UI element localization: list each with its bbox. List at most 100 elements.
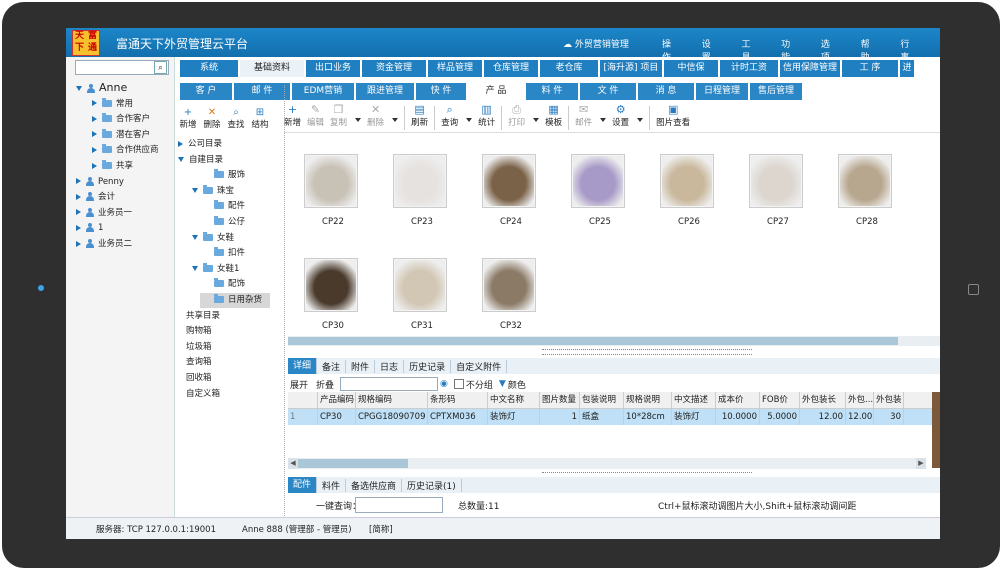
tab-module[interactable]: 仓库管理: [484, 60, 540, 77]
category-node[interactable]: 购物箱: [186, 324, 212, 339]
chevron-right-icon[interactable]: [76, 224, 81, 231]
expand-button[interactable]: 展开: [290, 378, 308, 391]
detail-tab[interactable]: 自定义附件: [451, 359, 508, 373]
product-card[interactable]: CP31: [393, 258, 451, 331]
tree-tool-button[interactable]: ⌕ 查找: [226, 107, 246, 130]
column-header[interactable]: 条形码: [428, 392, 488, 408]
dropdown-caret-icon[interactable]: [355, 118, 362, 122]
tab-module[interactable]: 老仓库: [540, 60, 600, 77]
column-header[interactable]: [288, 392, 318, 408]
chevron-down-icon[interactable]: [192, 234, 198, 240]
column-header[interactable]: 外包装: [874, 392, 904, 408]
tree-node[interactable]: 会计: [76, 190, 115, 204]
chevron-down-icon[interactable]: [192, 187, 198, 193]
chevron-right-icon[interactable]: [76, 209, 81, 216]
product-card[interactable]: CP23: [393, 154, 451, 227]
column-header[interactable]: 包装说明: [580, 392, 624, 408]
tree-node[interactable]: 常用: [92, 97, 133, 111]
tab-module[interactable]: 中信保: [664, 60, 720, 77]
category-node[interactable]: 服饰: [204, 168, 245, 183]
chevron-right-icon[interactable]: [76, 240, 81, 247]
cloud-marketing-link[interactable]: ☁ 外贸营销管理: [563, 37, 629, 50]
tab-sub[interactable]: 文 件: [580, 83, 638, 100]
search-icon[interactable]: ⌕: [154, 61, 167, 74]
product-card[interactable]: CP27: [749, 154, 807, 227]
tree-node[interactable]: 共享: [92, 159, 133, 173]
category-node[interactable]: 查询箱: [186, 355, 212, 370]
scrollbar-thumb[interactable]: [298, 459, 408, 468]
tab-module[interactable]: 出口业务: [306, 60, 362, 77]
detail-tab[interactable]: 详细: [288, 358, 318, 374]
category-node[interactable]: 公司目录: [178, 137, 222, 152]
tab-module[interactable]: 系统: [180, 60, 240, 77]
category-node[interactable]: 共享目录: [186, 309, 220, 324]
tab-module[interactable]: 工 序: [842, 60, 900, 77]
tab-module[interactable]: 信用保障管理: [780, 60, 842, 77]
chevron-right-icon[interactable]: [92, 146, 97, 153]
tab-sub[interactable]: 产 品: [468, 83, 526, 100]
product-thumbnail[interactable]: [393, 154, 447, 208]
column-header[interactable]: 规格说明: [624, 392, 672, 408]
category-node[interactable]: 公仔: [204, 215, 245, 230]
toolbar-print-button[interactable]: ⎙ 打印: [508, 104, 525, 129]
table-row[interactable]: 1 CP30 CPGG18090709 CPTXM036 装饰灯 1 纸盒 10*28cm 装饰…: [288, 409, 932, 425]
bottom-tab[interactable]: 配件: [288, 477, 318, 493]
dropdown-caret-icon[interactable]: [533, 118, 540, 122]
grid-scrollbar[interactable]: ◀ ▶: [288, 458, 926, 469]
category-node[interactable]: 自建目录: [178, 153, 223, 168]
category-node[interactable]: 自定义箱: [186, 387, 220, 402]
category-node[interactable]: 女鞋1: [192, 262, 239, 277]
column-header[interactable]: 外包...: [846, 392, 874, 408]
chevron-down-icon[interactable]: [192, 265, 198, 271]
dropdown-caret-icon[interactable]: [637, 118, 644, 122]
home-button[interactable]: [968, 284, 979, 295]
tab-module[interactable]: 资金管理: [362, 60, 428, 77]
category-node[interactable]: 配件: [204, 199, 245, 214]
tab-module[interactable]: 进: [900, 60, 916, 77]
gallery-scrollbar[interactable]: [288, 336, 940, 346]
tree-node[interactable]: 1: [76, 221, 103, 235]
tab-module[interactable]: 基础资料: [240, 60, 306, 77]
tree-node[interactable]: 合作供应商: [92, 143, 159, 157]
scroll-left-icon[interactable]: ◀: [288, 458, 298, 469]
bottom-tab[interactable]: 备选供应商: [346, 478, 403, 492]
product-card[interactable]: CP22: [304, 154, 362, 227]
tab-sub[interactable]: EDM营销: [292, 83, 356, 100]
product-thumbnail[interactable]: [482, 258, 536, 312]
product-card[interactable]: CP28: [838, 154, 896, 227]
chevron-down-icon[interactable]: [178, 156, 184, 162]
product-card[interactable]: CP25: [571, 154, 629, 227]
column-header[interactable]: FOB价: [760, 392, 800, 408]
tree-node[interactable]: Penny: [76, 175, 124, 189]
category-node[interactable]: 垃圾箱: [186, 340, 212, 355]
product-thumbnail[interactable]: [304, 154, 358, 208]
dropdown-caret-icon[interactable]: [392, 118, 399, 122]
scroll-right-icon[interactable]: ▶: [916, 458, 926, 469]
collapse-button[interactable]: 折叠: [316, 378, 334, 391]
toolbar-plus-button[interactable]: + 新增: [284, 104, 301, 129]
toolbar-image-button[interactable]: ▣ 图片查看: [656, 104, 690, 129]
toolbar-copy-button[interactable]: ❐ 复制: [330, 104, 347, 129]
product-thumbnail[interactable]: [482, 154, 536, 208]
dropdown-caret-icon[interactable]: [466, 118, 473, 122]
tree-tool-button[interactable]: ✕ 删除: [202, 107, 222, 130]
toolbar-search-button[interactable]: ⌕ 查询: [441, 104, 458, 129]
scrollbar-thumb[interactable]: [288, 337, 898, 345]
tab-sub[interactable]: 消 息: [638, 83, 696, 100]
category-node[interactable]: 配饰: [204, 277, 245, 292]
tree-node[interactable]: 业务员一: [76, 206, 132, 220]
category-node[interactable]: 扣件: [204, 246, 245, 261]
category-node[interactable]: 回收箱: [186, 371, 212, 386]
toolbar-x-button[interactable]: ✕ 删除: [367, 104, 384, 129]
tree-node[interactable]: 业务员二: [76, 237, 132, 251]
dropdown-caret-icon[interactable]: [600, 118, 607, 122]
toolbar-mail-button[interactable]: ✉ 邮件: [575, 104, 592, 129]
detail-tab[interactable]: 附件: [346, 359, 376, 373]
toolbar-settings-button[interactable]: ⚙ 设置: [612, 104, 629, 129]
tree-tool-button[interactable]: ⊞ 结构: [250, 107, 270, 130]
product-thumbnail[interactable]: [749, 154, 803, 208]
tab-sub[interactable]: 日程管理: [696, 83, 750, 100]
product-thumbnail[interactable]: [304, 258, 358, 312]
tab-module[interactable]: [海升源] 项目: [600, 60, 664, 77]
chevron-right-icon[interactable]: [178, 140, 183, 147]
